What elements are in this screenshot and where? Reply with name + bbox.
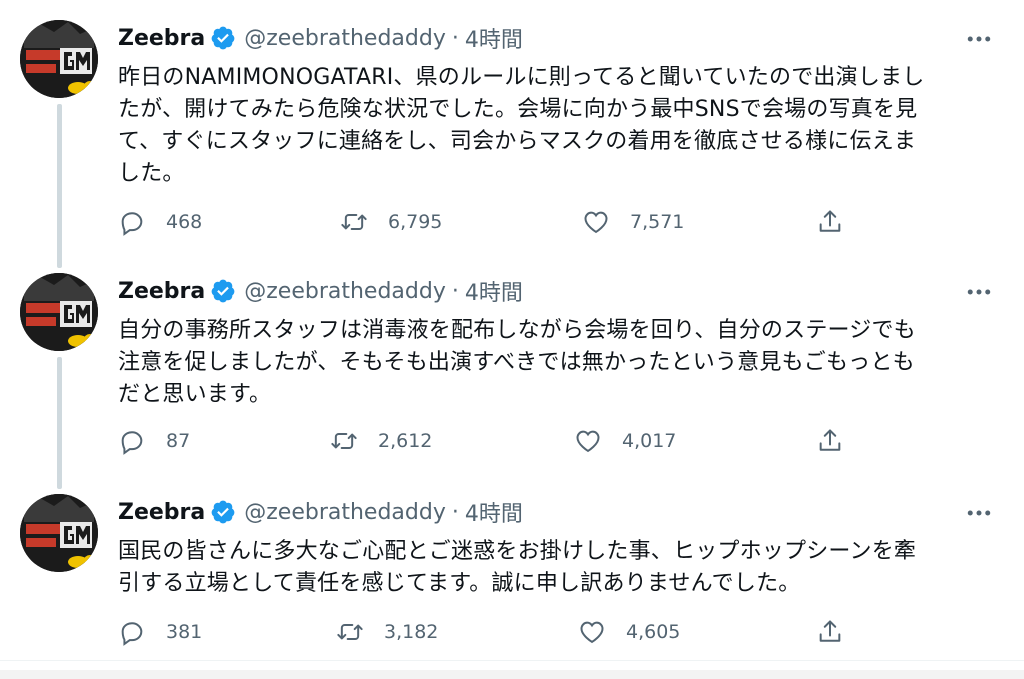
retweet-icon xyxy=(341,214,367,230)
share-icon xyxy=(819,210,841,232)
like-icon xyxy=(576,430,600,453)
divider xyxy=(0,660,1024,661)
avatar[interactable] xyxy=(20,20,98,98)
tweet-timestamp[interactable]: 4時間 xyxy=(465,496,523,528)
like-icon xyxy=(580,621,604,644)
retweet-count: 2,612 xyxy=(378,430,433,452)
tweet-timestamp[interactable]: 4時間 xyxy=(465,275,523,307)
reply-button[interactable]: 87 xyxy=(118,425,190,457)
like-button[interactable]: 7,571 xyxy=(582,206,684,238)
share-icon xyxy=(819,620,841,642)
share-icon xyxy=(819,429,841,451)
verified-badge-icon xyxy=(211,279,235,303)
tweet-text-line: 自分の事務所スタッフは消毒液を配布しながら会場を回り、自分のステージでも xyxy=(118,318,916,343)
tweet-text-line: 注意を促しましたが、そもそも出演すべきでは無かったという意見もごもっとも xyxy=(118,350,915,375)
more-icon[interactable] xyxy=(964,24,994,54)
retweet-count: 3,182 xyxy=(384,621,439,643)
tweet-text: 昨日のNAMIMONOGATARI、県のルールに則ってると聞いていたので出演しま… xyxy=(118,62,998,190)
author-name[interactable]: Zeebra xyxy=(118,279,205,304)
tweet-actions: 87 2,612 4,017 xyxy=(118,425,858,457)
share-button[interactable] xyxy=(816,616,844,648)
thread-connector-line xyxy=(57,104,62,268)
retweet-icon xyxy=(331,433,357,449)
retweet-icon xyxy=(337,624,363,640)
verified-badge-icon xyxy=(211,500,235,524)
reply-count: 87 xyxy=(166,430,191,452)
tweet-header: Zeebra @zeebrathedaddy · 4時間 xyxy=(118,273,523,309)
like-button[interactable]: 4,017 xyxy=(574,425,676,457)
more-icon[interactable] xyxy=(964,277,994,307)
tweet-text-line: だと思います。 xyxy=(118,382,272,407)
share-button[interactable] xyxy=(816,206,844,238)
separator-dot: · xyxy=(451,499,459,525)
reply-icon xyxy=(121,212,143,236)
reply-icon xyxy=(121,431,143,455)
tweet-text-line: たが、開けてみたら危険な状況でした。会場に向かう最中SNSで会場の写真を見 xyxy=(118,97,918,122)
tweet-text-line: て、すぐにスタッフに連絡をし、司会からマスクの着用を徹底させる様に伝えま xyxy=(118,129,917,154)
reply-button[interactable]: 468 xyxy=(118,206,202,238)
avatar[interactable] xyxy=(20,494,98,572)
tweet-text: 国民の皆さんに多大なご心配とご迷惑をお掛けした事、ヒップホップシーンを牽 引する… xyxy=(118,536,998,600)
author-handle[interactable]: @zeebrathedaddy xyxy=(244,500,446,525)
retweet-button[interactable]: 3,182 xyxy=(336,616,438,648)
separator-dot: · xyxy=(451,278,459,304)
thread-connector-line xyxy=(57,357,62,489)
bottom-strip xyxy=(0,670,1024,679)
tweet-timestamp[interactable]: 4時間 xyxy=(465,22,523,54)
tweet-header: Zeebra @zeebrathedaddy · 4時間 xyxy=(118,494,523,530)
tweet-actions: 381 3,182 4,605 xyxy=(118,616,858,648)
reply-count: 468 xyxy=(166,211,203,233)
author-name[interactable]: Zeebra xyxy=(118,500,205,525)
tweet-text: 自分の事務所スタッフは消毒液を配布しながら会場を回り、自分のステージでも 注意を… xyxy=(118,315,998,411)
tweet-text-line: 引する立場として責任を感じてます。誠に申し訳ありませんでした。 xyxy=(118,571,801,596)
retweet-button[interactable]: 6,795 xyxy=(340,206,442,238)
reply-icon xyxy=(121,622,143,646)
author-name[interactable]: Zeebra xyxy=(118,26,205,51)
avatar-image xyxy=(20,494,98,572)
author-handle[interactable]: @zeebrathedaddy xyxy=(244,26,446,51)
retweet-count: 6,795 xyxy=(388,211,443,233)
avatar[interactable] xyxy=(20,273,98,351)
tweet-text-line: した。 xyxy=(118,161,185,186)
like-count: 4,017 xyxy=(622,430,677,452)
like-button[interactable]: 4,605 xyxy=(578,616,680,648)
verified-badge-icon xyxy=(211,26,235,50)
tweet-thread: Zeebra @zeebrathedaddy · 4時間 昨日のNAMIMONO… xyxy=(0,0,1024,679)
separator-dot: · xyxy=(451,25,459,51)
tweet-actions: 468 6,795 7,571 xyxy=(118,206,858,238)
avatar-image xyxy=(20,20,98,98)
tweet-text-line: 昨日のNAMIMONOGATARI、県のルールに則ってると聞いていたので出演しま… xyxy=(118,65,925,90)
tweet-header: Zeebra @zeebrathedaddy · 4時間 xyxy=(118,20,523,56)
tweet-text-line: 国民の皆さんに多大なご心配とご迷惑をお掛けした事、ヒップホップシーンを牽 xyxy=(118,539,917,564)
reply-button[interactable]: 381 xyxy=(118,616,202,648)
author-handle[interactable]: @zeebrathedaddy xyxy=(244,279,446,304)
retweet-button[interactable]: 2,612 xyxy=(330,425,432,457)
avatar-image xyxy=(20,273,98,351)
like-count: 4,605 xyxy=(626,621,681,643)
like-count: 7,571 xyxy=(630,211,685,233)
reply-count: 381 xyxy=(166,621,203,643)
share-button[interactable] xyxy=(816,425,844,457)
like-icon xyxy=(584,211,608,234)
more-icon[interactable] xyxy=(964,498,994,528)
